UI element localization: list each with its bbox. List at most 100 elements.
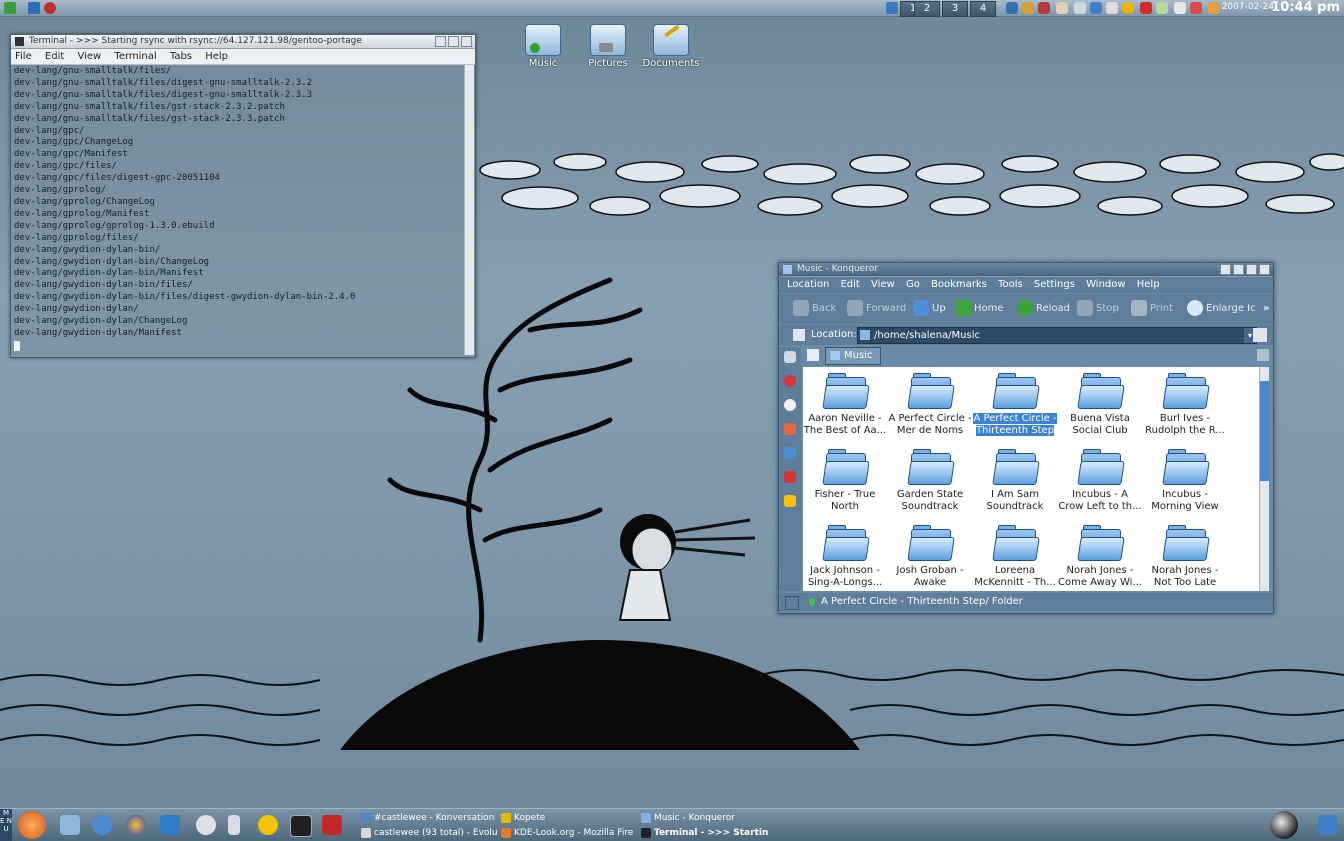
- computer-icon[interactable]: [60, 815, 80, 835]
- menu-tools[interactable]: Tools: [998, 279, 1023, 290]
- task-konversation[interactable]: #castlewee - Konversation: [360, 811, 509, 825]
- arrow-icon[interactable]: [1006, 2, 1018, 14]
- enlarge-icons-button[interactable]: Enlarge Ic: [1187, 298, 1256, 320]
- maximize-button[interactable]: [1246, 264, 1257, 275]
- notes-icon[interactable]: [1156, 2, 1168, 14]
- terminal-titlebar[interactable]: Terminal - >>> Starting rsync with rsync…: [11, 35, 475, 49]
- root-folder-icon[interactable]: [784, 471, 796, 483]
- network-icon[interactable]: [784, 447, 796, 459]
- task-konqueror[interactable]: Music - Konqueror: [640, 811, 794, 825]
- view-toggle[interactable]: [785, 596, 799, 610]
- folder-item[interactable]: A Perfect Circle - Mer de Noms: [888, 373, 972, 437]
- speaker-icon[interactable]: [784, 351, 796, 363]
- konqueror-window[interactable]: Music - Konqueror Location Edit View Go …: [778, 262, 1274, 614]
- folder-item[interactable]: Aaron Neville - The Best of Aa...: [803, 373, 887, 437]
- speaker-icon[interactable]: [1074, 2, 1086, 14]
- close-button[interactable]: [461, 36, 472, 47]
- menu-view[interactable]: View: [871, 279, 895, 290]
- menu-go[interactable]: Go: [906, 279, 920, 290]
- folder-item[interactable]: Burl Ives - Rudolph the R...: [1143, 373, 1227, 437]
- print-button[interactable]: Print: [1131, 298, 1173, 320]
- update-icon[interactable]: [1090, 2, 1102, 14]
- show-desktop-icon[interactable]: [886, 2, 898, 14]
- konversation-icon[interactable]: [322, 815, 342, 835]
- network-icon[interactable]: [92, 815, 112, 835]
- menu-file[interactable]: File: [15, 51, 32, 62]
- menu-window[interactable]: Window: [1086, 279, 1125, 290]
- kopete-icon[interactable]: [258, 815, 278, 835]
- document-icon[interactable]: [1174, 2, 1186, 14]
- ipod-icon[interactable]: [228, 815, 240, 835]
- minimize-button[interactable]: [435, 36, 446, 47]
- folder-item[interactable]: Josh Groban - Awake: [888, 525, 972, 589]
- kmenu-button[interactable]: [18, 811, 46, 839]
- menu-view[interactable]: View: [77, 51, 101, 62]
- home-icon[interactable]: [28, 2, 40, 14]
- menu-bookmarks[interactable]: Bookmarks: [931, 279, 987, 290]
- history-icon[interactable]: [784, 399, 796, 411]
- folder-item[interactable]: A Perfect Circle - Thirteenth Step: [973, 373, 1057, 437]
- menu-tabs[interactable]: Tabs: [170, 51, 192, 62]
- menu-help[interactable]: Help: [205, 51, 228, 62]
- task-terminal[interactable]: Terminal - >>> Startin: [640, 826, 790, 840]
- bookmarks-icon[interactable]: [784, 375, 796, 387]
- menu-help[interactable]: Help: [1137, 279, 1160, 290]
- konqueror-titlebar[interactable]: Music - Konqueror: [779, 263, 1273, 277]
- calendar-icon[interactable]: [1190, 2, 1202, 14]
- home-button[interactable]: Home: [955, 298, 1004, 320]
- gaim-icon[interactable]: [196, 815, 216, 835]
- kmenu-handle[interactable]: M E N U: [0, 809, 12, 841]
- forward-button[interactable]: Forward: [847, 298, 906, 320]
- terminal-window[interactable]: Terminal - >>> Starting rsync with rsync…: [10, 34, 476, 358]
- up-button[interactable]: Up: [913, 298, 946, 320]
- pager-desktop-2[interactable]: 2: [914, 1, 940, 17]
- reload-button[interactable]: Reload: [1017, 298, 1070, 320]
- desktop-icon-documents[interactable]: Documents: [641, 24, 701, 69]
- task-evolution[interactable]: castlewee (93 total) - Evolu: [360, 826, 509, 840]
- stop-button[interactable]: Stop: [1077, 298, 1119, 320]
- network-icon[interactable]: [1022, 2, 1034, 14]
- klipper-icon[interactable]: [1056, 2, 1068, 14]
- panel-clock[interactable]: 10:44 pm: [1271, 0, 1340, 15]
- pager-desktop-3[interactable]: 3: [942, 1, 968, 17]
- desktop-icon-pictures[interactable]: Pictures: [578, 24, 638, 69]
- battery-icon[interactable]: [1208, 2, 1220, 14]
- menu-terminal[interactable]: Terminal: [114, 51, 156, 62]
- home-folder-icon[interactable]: [784, 423, 796, 435]
- folder-item[interactable]: I Am Sam Soundtrack: [973, 449, 1057, 513]
- mail-icon[interactable]: [1106, 2, 1118, 14]
- terminal-icon[interactable]: [290, 815, 312, 837]
- shutdown-icon[interactable]: [44, 2, 56, 14]
- location-input[interactable]: /home/shalena/Music ▾: [857, 327, 1257, 344]
- services-icon[interactable]: [784, 495, 796, 507]
- new-tab-icon[interactable]: [807, 349, 819, 361]
- gem-icon[interactable]: [1140, 2, 1152, 14]
- back-button[interactable]: Back: [793, 298, 836, 320]
- pager-desktop-4[interactable]: 4: [970, 1, 996, 17]
- close-button[interactable]: [1259, 264, 1270, 275]
- folder-item[interactable]: Fisher - True North: [803, 449, 887, 513]
- menu-location[interactable]: Location: [787, 279, 829, 290]
- folder-item[interactable]: Norah Jones - Not Too Late: [1143, 525, 1227, 589]
- help-button[interactable]: [1220, 264, 1231, 275]
- folder-item[interactable]: Buena Vista Social Club: [1058, 373, 1142, 437]
- terminal-output[interactable]: dev-lang/gnu-smalltalk/files/dev-lang/gn…: [14, 66, 462, 354]
- go-icon[interactable]: [1253, 328, 1267, 342]
- maximize-button[interactable]: [448, 36, 459, 47]
- folder-item[interactable]: Norah Jones - Come Away Wi...: [1058, 525, 1142, 589]
- menu-edit[interactable]: Edit: [840, 279, 859, 290]
- toolbar-overflow-icon[interactable]: »: [1263, 298, 1269, 320]
- moon-icon[interactable]: [1270, 811, 1298, 839]
- flag-icon[interactable]: [1038, 2, 1050, 14]
- file-icon-view[interactable]: Aaron Neville - The Best of Aa... A Perfec…: [803, 367, 1269, 591]
- file-view-scrollbar[interactable]: [1259, 367, 1269, 591]
- folder-item[interactable]: Loreena McKennitt - Th...: [973, 525, 1057, 589]
- firefox-icon[interactable]: [126, 815, 146, 835]
- launcher-icon[interactable]: [4, 2, 16, 14]
- folder-item[interactable]: Garden State Soundtrack: [888, 449, 972, 513]
- task-kopete[interactable]: Kopete: [500, 811, 644, 825]
- menu-edit[interactable]: Edit: [45, 51, 64, 62]
- trash-icon[interactable]: [1318, 815, 1338, 835]
- folder-item[interactable]: Incubus - Morning View: [1143, 449, 1227, 513]
- task-firefox[interactable]: KDE-Look.org - Mozilla Fire: [500, 826, 644, 840]
